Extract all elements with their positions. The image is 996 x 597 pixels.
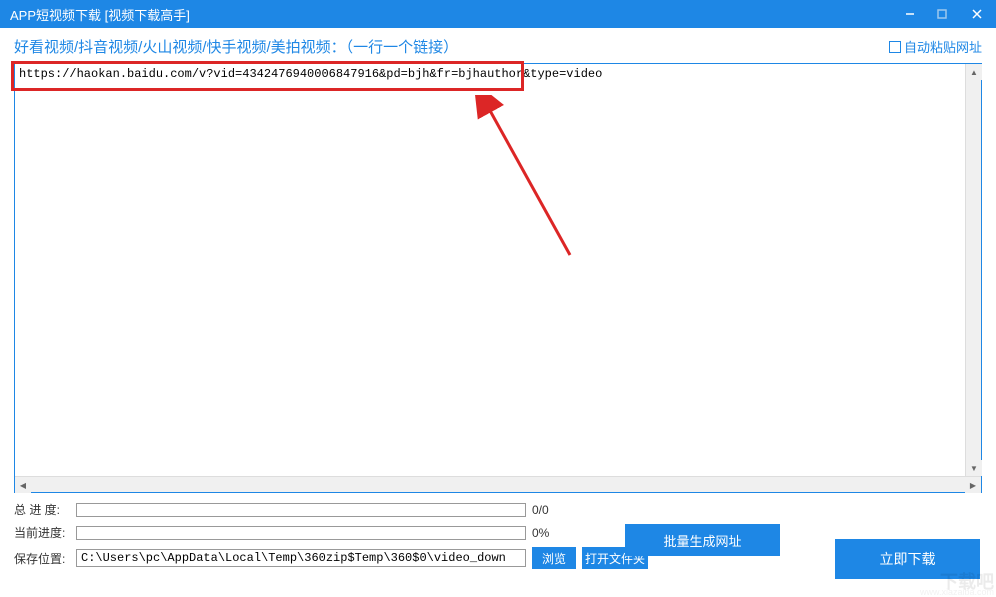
window-controls (894, 0, 996, 28)
maximize-icon (937, 9, 947, 19)
save-location-label: 保存位置: (14, 550, 70, 567)
current-progress-label: 当前进度: (14, 524, 70, 541)
scroll-down-icon[interactable]: ▼ (966, 460, 982, 476)
header-row: 好看视频/抖音视频/火山视频/快手视频/美拍视频：（一行一个链接） 自动粘贴网址 (0, 28, 996, 63)
total-progress-row: 总 进 度: 0/0 (14, 501, 982, 518)
close-icon (971, 8, 983, 20)
save-path-input[interactable] (76, 549, 526, 567)
url-textarea-container: ▲ ▼ ◀ ▶ (14, 63, 982, 493)
minimize-button[interactable] (894, 0, 926, 28)
download-button[interactable]: 立即下载 (835, 539, 980, 579)
header-instruction-label: 好看视频/抖音视频/火山视频/快手视频/美拍视频：（一行一个链接） (14, 36, 458, 57)
current-progress-bar (76, 526, 526, 540)
batch-generate-button[interactable]: 批量生成网址 (625, 524, 780, 556)
url-input[interactable] (15, 64, 965, 492)
window-title: APP短视频下载 [视频下载高手] (10, 5, 190, 24)
scroll-up-icon[interactable]: ▲ (966, 64, 982, 80)
maximize-button[interactable] (926, 0, 958, 28)
browse-button[interactable]: 浏览 (532, 547, 576, 569)
current-progress-value: 0% (532, 526, 562, 540)
titlebar: APP短视频下载 [视频下载高手] (0, 0, 996, 28)
total-progress-label: 总 进 度: (14, 501, 70, 518)
scroll-right-icon[interactable]: ▶ (965, 477, 981, 493)
total-progress-value: 0/0 (532, 503, 562, 517)
autopaste-label: 自动粘贴网址 (904, 37, 982, 56)
vertical-scrollbar[interactable]: ▲ ▼ (965, 64, 981, 476)
horizontal-scrollbar[interactable]: ◀ ▶ (15, 476, 981, 492)
scroll-left-icon[interactable]: ◀ (15, 477, 31, 493)
minimize-icon (905, 9, 915, 19)
autopaste-checkbox[interactable]: 自动粘贴网址 (889, 37, 982, 56)
total-progress-bar (76, 503, 526, 517)
close-button[interactable] (958, 0, 996, 28)
checkbox-icon (889, 41, 901, 53)
